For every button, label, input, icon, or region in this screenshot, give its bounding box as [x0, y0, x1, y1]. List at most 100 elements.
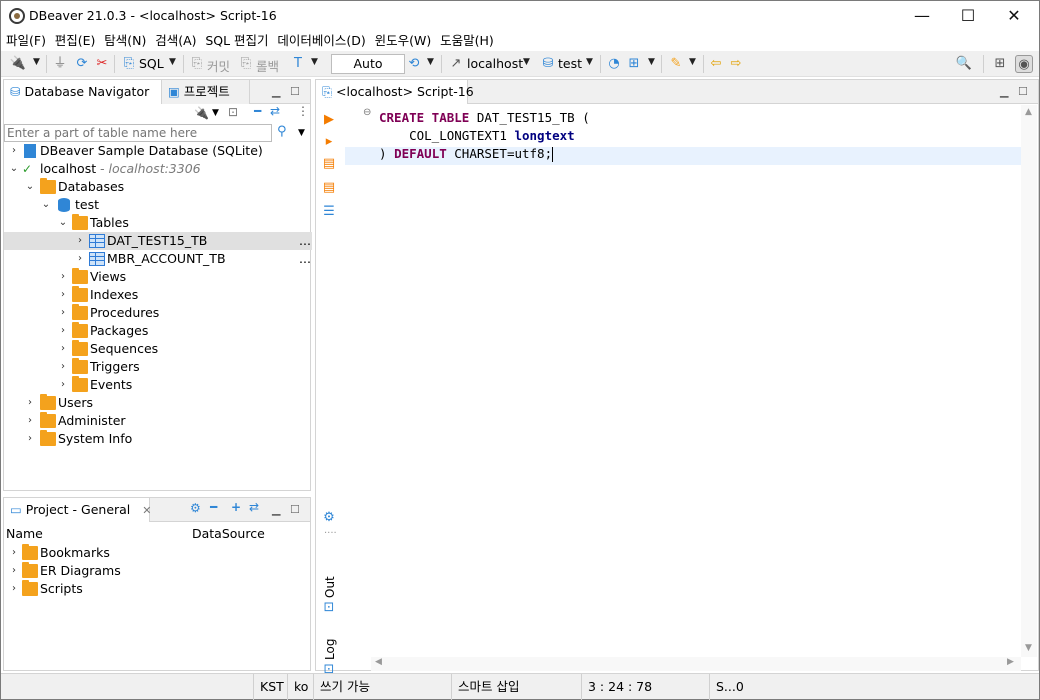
tree-item-tables[interactable]: ⌄ Tables — [4, 214, 312, 232]
chevron-down-icon[interactable]: ▼ — [523, 57, 530, 67]
chevron-right-icon[interactable]: › — [74, 250, 86, 268]
close-button[interactable]: ✕ — [991, 1, 1037, 31]
maximize-view-icon[interactable]: ☐ — [290, 503, 300, 516]
add-icon[interactable]: + — [231, 500, 241, 514]
gear-icon[interactable]: ⚙ — [321, 510, 337, 526]
tab-project-general[interactable]: ▭ Project - General ✕ — [4, 498, 152, 522]
tree-item-sample-database[interactable]: › DBeaver Sample Database (SQLite) — [4, 142, 312, 160]
chevron-right-icon[interactable]: › — [57, 322, 69, 340]
maximize-view-icon[interactable]: ☐ — [290, 85, 300, 98]
tree-item-databases[interactable]: ⌄ Databases — [4, 178, 312, 196]
sql-editor-icon[interactable]: ⎘ — [120, 55, 138, 73]
tree-item-localhost[interactable]: ⌄ ✓ localhost - localhost:3306 — [4, 160, 312, 178]
chevron-down-icon[interactable]: ⌄ — [40, 196, 52, 214]
chevron-down-icon[interactable]: ▼ — [311, 57, 318, 67]
output-icon[interactable]: ⊡ — [321, 600, 337, 616]
scroll-up-icon[interactable]: ▲ — [1025, 107, 1032, 117]
collapse-all-icon[interactable]: ━ — [210, 500, 217, 514]
tree-item-system-info[interactable]: › System Info — [4, 430, 312, 448]
tree-item-mbr-account-tb[interactable]: › MBR_ACCOUNT_TB ... — [4, 250, 312, 268]
table-filter-input[interactable] — [5, 125, 271, 141]
more-options[interactable]: ... — [299, 232, 311, 250]
chevron-right-icon[interactable]: › — [8, 562, 20, 580]
tree-item-indexes[interactable]: › Indexes — [4, 286, 312, 304]
fold-collapse-icon[interactable]: ⊖ — [363, 107, 371, 118]
scroll-right-icon[interactable]: ▶ — [1007, 657, 1014, 667]
maximize-button[interactable]: ☐ — [945, 1, 991, 31]
column-header-datasource[interactable]: DataSource — [192, 526, 265, 541]
execute-in-new-tab-icon[interactable]: ▸ — [321, 134, 337, 150]
chevron-down-icon[interactable]: ▼ — [33, 57, 40, 67]
scroll-left-icon[interactable]: ◀ — [375, 657, 382, 667]
close-icon[interactable]: ✕ — [142, 504, 151, 517]
menu-search[interactable]: 검색(A) — [150, 31, 196, 51]
menu-file[interactable]: 파일(F) — [1, 31, 46, 51]
execute-script-new-tabs-icon[interactable]: ▤ — [321, 180, 337, 196]
forward-icon[interactable]: ⇨ — [727, 55, 745, 73]
filter-icon[interactable]: ⚲ — [277, 124, 287, 139]
scroll-down-icon[interactable]: ▼ — [1025, 643, 1032, 653]
chevron-down-icon[interactable]: ⌄ — [24, 178, 36, 196]
tree-item-triggers[interactable]: › Triggers — [4, 358, 312, 376]
commit-button[interactable]: 커밋 — [207, 56, 230, 75]
tree-item-procedures[interactable]: › Procedures — [4, 304, 312, 322]
chevron-right-icon[interactable]: › — [57, 286, 69, 304]
rollback-button[interactable]: 롤백 — [256, 56, 279, 75]
new-connection-icon[interactable]: 🔌 — [9, 55, 27, 73]
minimize-view-icon[interactable]: ▁ — [272, 85, 280, 98]
tree-item-er-diagrams[interactable]: › ER Diagrams — [4, 562, 312, 580]
tree-item-sequences[interactable]: › Sequences — [4, 340, 312, 358]
maximize-view-icon[interactable]: ☐ — [1018, 85, 1028, 98]
back-icon[interactable]: ⇦ — [707, 55, 725, 73]
more-options[interactable]: ... — [299, 250, 311, 268]
tree-item-administer[interactable]: › Administer — [4, 412, 312, 430]
chevron-right-icon[interactable]: › — [8, 580, 20, 598]
view-menu-icon[interactable]: ⋮ — [297, 104, 309, 118]
chevron-down-icon[interactable]: ▼ — [427, 57, 434, 67]
vertical-scrollbar[interactable]: ▲ ▼ — [1021, 105, 1037, 657]
er-diagram-icon[interactable]: ⊞ — [625, 55, 643, 73]
chevron-down-icon[interactable]: ▼ — [586, 57, 593, 67]
tree-item-packages[interactable]: › Packages — [4, 322, 312, 340]
minimize-button[interactable]: — — [899, 1, 945, 31]
chevron-down-icon[interactable]: ▼ — [298, 128, 305, 138]
menu-help[interactable]: 도움말(H) — [435, 31, 494, 51]
tree-item-test[interactable]: ⌄ test — [4, 196, 312, 214]
chevron-down-icon[interactable]: ▼ — [689, 57, 696, 67]
chevron-down-icon[interactable]: ⌄ — [57, 214, 69, 232]
minimize-view-icon[interactable]: ▁ — [1000, 85, 1008, 98]
minimize-view-icon[interactable]: ▁ — [272, 503, 280, 516]
open-perspective-icon[interactable]: ⊞ — [991, 55, 1009, 73]
search-icon[interactable]: 🔍 — [955, 55, 973, 73]
connect-icon[interactable]: ⏚ — [51, 55, 69, 73]
execute-script-icon[interactable]: ▤ — [321, 156, 337, 172]
chevron-right-icon[interactable]: › — [57, 304, 69, 322]
tab-script-16[interactable]: ⎘ <localhost> Script-16 — [316, 80, 474, 104]
sql-editor-button[interactable]: SQL — [139, 56, 164, 71]
dashboard-icon[interactable]: ◔ — [605, 55, 623, 73]
new-connection-icon[interactable]: 🔌 — [194, 106, 209, 120]
menu-window[interactable]: 윈도우(W) — [370, 31, 432, 51]
history-icon[interactable]: ⟲ — [405, 55, 423, 73]
tree-item-dat-test15-tb[interactable]: › DAT_TEST15_TB ... — [4, 232, 312, 250]
collapse-all-icon[interactable]: ━ — [254, 104, 261, 118]
chevron-right-icon[interactable]: › — [57, 376, 69, 394]
disconnect-icon[interactable]: ✂ — [93, 55, 111, 73]
active-schema-select[interactable]: test — [558, 56, 582, 71]
link-with-editor-icon[interactable]: ⇄ — [249, 500, 259, 514]
tab-projects[interactable]: ▣ 프로젝트 — [162, 80, 250, 104]
chevron-right-icon[interactable]: › — [57, 340, 69, 358]
chevron-right-icon[interactable]: › — [74, 232, 86, 250]
chevron-down-icon[interactable]: ⌄ — [8, 160, 20, 178]
chevron-down-icon[interactable]: ▼ — [169, 57, 176, 67]
perspective-dbeaver-icon[interactable]: ◉ — [1015, 55, 1033, 73]
new-folder-icon[interactable]: ⊡ — [228, 105, 238, 119]
gear-icon[interactable]: ⚙ — [190, 501, 201, 515]
tab-output[interactable]: Out — [323, 576, 337, 598]
tree-item-scripts[interactable]: › Scripts — [4, 580, 312, 598]
column-header-name[interactable]: Name — [6, 526, 43, 541]
tab-log[interactable]: Log — [323, 639, 337, 660]
chevron-right-icon[interactable]: › — [57, 268, 69, 286]
tree-item-bookmarks[interactable]: › Bookmarks — [4, 544, 312, 562]
tree-item-events[interactable]: › Events — [4, 376, 312, 394]
